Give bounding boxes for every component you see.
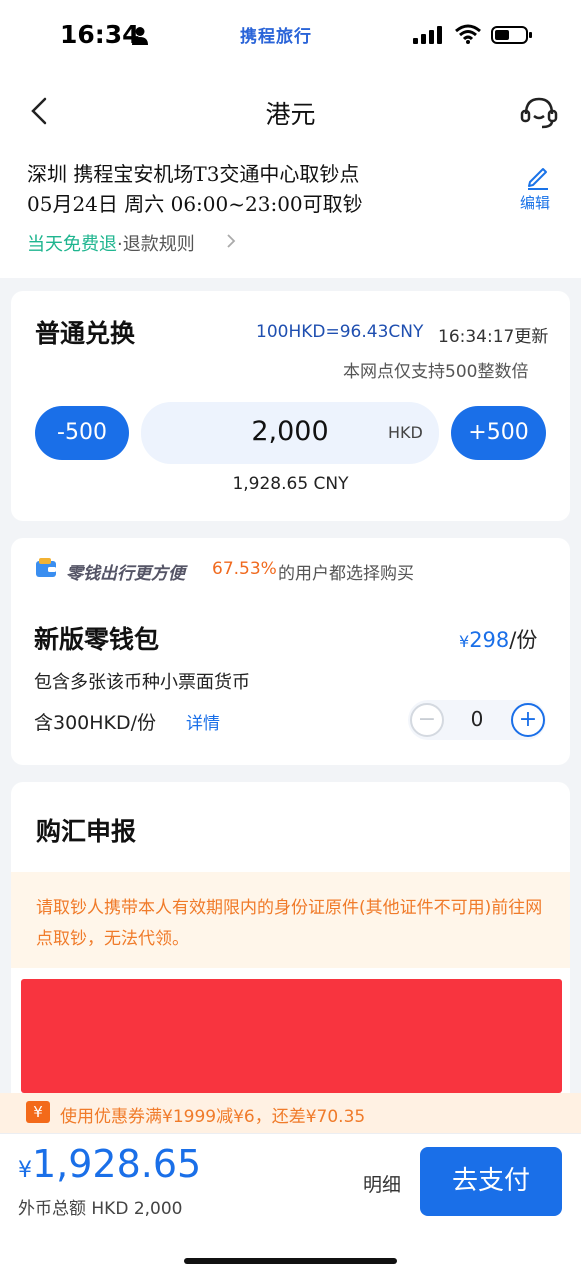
exchange-rate: 100HKD=96.43CNY	[256, 322, 424, 342]
quantity-minus-button[interactable]: −	[410, 703, 444, 737]
wallet-icon	[36, 558, 56, 577]
wifi-icon	[455, 24, 481, 44]
battery-icon	[491, 26, 532, 44]
price-value: 298	[469, 628, 510, 652]
person-icon	[132, 27, 148, 45]
redacted-block	[21, 979, 562, 1093]
decrease-500-button[interactable]: -500	[35, 406, 129, 460]
wallet-description: 包含多张该币种小票面货币	[34, 672, 250, 693]
rate-update-time: 16:34:17更新	[438, 327, 549, 347]
total-price-value: 1,928.65	[32, 1142, 202, 1186]
quantity-value: 0	[470, 707, 484, 731]
refund-rule-text: ·退款规则	[117, 234, 195, 255]
promo-slogan: 零钱出行更方便	[66, 564, 185, 584]
status-time: 16:34	[60, 20, 140, 49]
refund-free-text: 当天免费退	[27, 234, 117, 255]
edit-button[interactable]: 编辑	[520, 192, 550, 213]
pay-button[interactable]: 去支付	[420, 1147, 562, 1216]
price-unit: /份	[509, 628, 538, 652]
cellular-signal-icon	[413, 26, 442, 44]
chevron-right-icon	[227, 234, 236, 248]
brand-logo: 携程旅行	[240, 27, 312, 47]
promo-text: 的用户都选择购买	[278, 564, 414, 584]
coupon-text: 使用优惠券满¥1999减¥6，还差¥70.35	[60, 1107, 366, 1127]
pickup-location: 深圳 携程宝安机场T3交通中心取钞点	[27, 162, 360, 186]
total-price: ¥1,928.65	[18, 1142, 201, 1186]
multiple-note: 本网点仅支持500整数倍	[343, 362, 529, 382]
home-indicator	[184, 1258, 397, 1264]
amount-currency: HKD	[388, 423, 423, 442]
price-detail-button[interactable]: 明细	[363, 1170, 401, 1197]
coupon-icon: ¥	[26, 1101, 50, 1123]
increase-500-button[interactable]: +500	[451, 406, 546, 460]
quantity-plus-button[interactable]: +	[511, 703, 545, 737]
wallet-contents: 含300HKD/份	[34, 712, 157, 734]
page-title: 港元	[265, 100, 316, 129]
wallet-detail-link[interactable]: 详情	[186, 709, 220, 734]
cny-equivalent: 1,928.65 CNY	[232, 474, 349, 494]
exchange-title: 普通兑换	[35, 319, 136, 348]
edit-pencil-icon[interactable]	[524, 162, 552, 190]
refund-policy-link[interactable]: 当天免费退·退款规则	[27, 230, 195, 256]
total-price-symbol: ¥	[18, 1158, 32, 1183]
price-symbol: ¥	[459, 632, 470, 651]
wallet-title: 新版零钱包	[34, 625, 160, 654]
declaration-title: 购汇申报	[36, 817, 137, 846]
foreign-total: 外币总额 HKD 2,000	[18, 1199, 183, 1219]
wallet-price: ¥298/份	[459, 624, 537, 654]
pickup-time: 05月24日 周六 06:00~23:00可取钞	[27, 192, 363, 216]
promo-percent: 67.53%	[212, 559, 277, 579]
id-notice-text: 请取钞人携带本人有效期限内的身份证原件(其他证件不可用)前往网点取钞，无法代领。	[36, 898, 543, 949]
customer-service-icon[interactable]	[518, 94, 560, 132]
